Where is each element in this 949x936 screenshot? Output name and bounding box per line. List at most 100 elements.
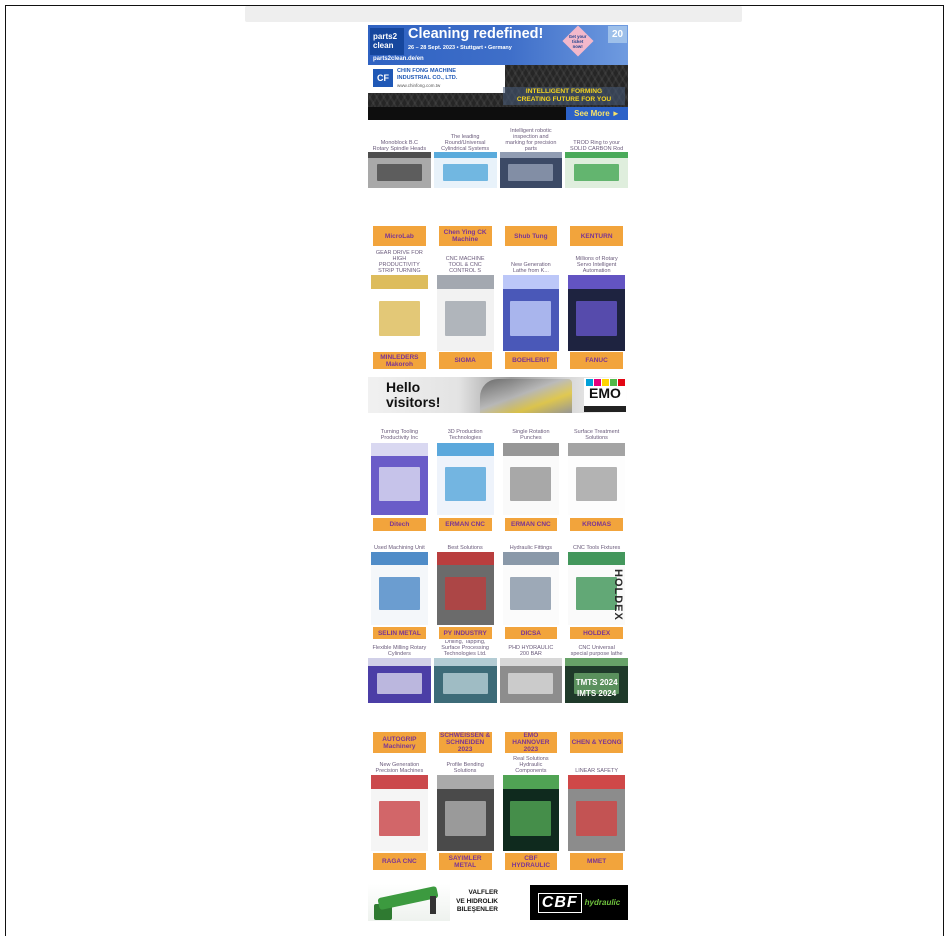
ad-image[interactable]: [433, 152, 497, 188]
company-label[interactable]: BOEHLERIT: [504, 352, 558, 369]
ad-caption: Intelligent robotic inspection and marki…: [505, 128, 557, 152]
ad-artwork: [565, 658, 628, 667]
ad-image[interactable]: [436, 443, 494, 515]
event-url[interactable]: parts2clean.de/en: [373, 56, 424, 62]
ad-block-5: AUTOGRIP Machinery SCHWEISSEN & SCHNEIDEN…: [368, 732, 628, 870]
cbf-logo-suffix: hydraulic: [584, 898, 621, 907]
ad-artwork: [502, 775, 560, 789]
company-header: CF CHIN FONG MACHINE INDUSTRIAL CO., LTD…: [368, 65, 505, 93]
ad-image[interactable]: [568, 775, 625, 851]
ad-artwork: [508, 673, 554, 694]
ad-caption-cell: TROD Ring to your SOLID CARBON Rod: [565, 127, 628, 152]
ad-image[interactable]: [371, 443, 428, 515]
ad-image[interactable]: [368, 658, 431, 703]
ad-image[interactable]: [436, 552, 494, 625]
ad-image[interactable]: [371, 775, 428, 851]
ad-image[interactable]: [499, 658, 563, 703]
ad-artwork: [568, 443, 625, 456]
ad-caption-cell: New Generation Lathe from K...: [500, 248, 563, 274]
event-dates: 26 – 28 Sept. 2023 • Stuttgart • Germany: [408, 45, 512, 51]
caption-row: Used Machining Unit Best Solutions Hydraul…: [368, 534, 628, 551]
company-label[interactable]: EMO HANNOVER 2023: [504, 732, 558, 753]
ad-caption: PHD HYDRAULIC 200 BAR: [508, 645, 554, 657]
ad-caption-cell: Turning Tooling Productivity Inc: [368, 421, 431, 441]
ad-artwork: [510, 467, 552, 501]
ad-image[interactable]: [436, 275, 494, 351]
ad-caption-cell: New Generation Precision Machines: [368, 756, 431, 774]
ad-artwork: [576, 576, 618, 611]
company-label[interactable]: RAGA CNC: [373, 853, 426, 870]
company-name-line-2: INDUSTRIAL CO., LTD.: [397, 74, 458, 81]
caption-row: Turning Tooling Productivity Inc 3D Produ…: [368, 421, 628, 441]
image-row: [368, 152, 628, 188]
ad-caption: 3D Production Technologies: [447, 429, 483, 441]
label-row: Ditech ERMAN CNC ERMAN CNC KROMAS: [368, 518, 628, 531]
ad-image[interactable]: [371, 275, 428, 351]
company-label[interactable]: KENTURN: [570, 226, 623, 246]
ad-image[interactable]: [565, 152, 628, 188]
company-label[interactable]: SAYIMLER METAL: [438, 853, 492, 870]
company-label[interactable]: PY INDUSTRY: [438, 627, 492, 639]
ticket-text: Get your ticket now!: [569, 33, 587, 49]
company-label[interactable]: MMET: [570, 853, 623, 870]
ad-caption: New Generation Precision Machines: [375, 762, 424, 774]
ad-image[interactable]: [568, 443, 625, 515]
ad-image[interactable]: [502, 552, 560, 625]
banner-text-line-2: VE HIDROLIK: [456, 897, 498, 905]
ticket-badge[interactable]: Get your ticket now!: [562, 25, 594, 57]
ad-image[interactable]: [368, 152, 431, 188]
ad-image[interactable]: [433, 658, 497, 703]
company-label[interactable]: MicroLab: [373, 226, 426, 246]
company-label[interactable]: DICSA: [504, 627, 558, 639]
ad-image[interactable]: HOLDEX: [568, 552, 625, 625]
company-label[interactable]: CHEN & YEONG: [570, 732, 623, 753]
ad-image[interactable]: [502, 775, 560, 851]
ad-image[interactable]: [568, 275, 625, 351]
company-label[interactable]: ERMAN CNC: [504, 518, 558, 531]
company-label[interactable]: AUTOGRIP Machinery: [373, 732, 426, 753]
company-label[interactable]: ERMAN CNC: [438, 518, 492, 531]
emo-banner[interactable]: Hello visitors! EMO: [368, 377, 628, 413]
ad-caption: CNC MACHINE TOOL & CNC CONTROL S: [445, 256, 485, 274]
ad-artwork: [508, 164, 554, 181]
company-label[interactable]: Shub Tung: [504, 226, 558, 246]
ad-image[interactable]: TMTS 2024 IMTS 2024: [565, 658, 628, 703]
chinfong-banner[interactable]: CF CHIN FONG MACHINE INDUSTRIAL CO., LTD…: [368, 65, 628, 120]
company-label[interactable]: MINLEDERS Makoroh: [373, 352, 426, 369]
ad-artwork: [378, 300, 420, 336]
ad-artwork: [378, 800, 420, 836]
excavator-tool: [430, 896, 436, 914]
ad-caption: Profile Bending Solutions: [446, 762, 484, 774]
ad-artwork: [510, 800, 552, 836]
logo-line-1: parts2: [373, 32, 398, 41]
company-label[interactable]: Chen Ying CK Machine: [438, 226, 492, 246]
ad-caption: TROD Ring to your SOLID CARBON Rod: [570, 140, 624, 152]
logo-line-2: clean: [373, 41, 394, 50]
company-label[interactable]: FANUC: [570, 352, 623, 369]
ad-image[interactable]: [499, 152, 563, 188]
ad-artwork: [433, 658, 497, 667]
see-more-button[interactable]: See More ►: [566, 107, 628, 120]
banner-footer-strip: See More ►: [368, 107, 628, 120]
ad-caption-cell: Used Machining Unit: [368, 534, 431, 551]
company-label[interactable]: SCHWEISSEN & SCHNEIDEN 2023: [438, 732, 492, 753]
ad-block-1: MicroLab Chen Ying CK Machine Shub Tung KEN…: [368, 226, 628, 369]
ad-image[interactable]: [502, 275, 560, 351]
parts2clean-banner[interactable]: parts2 clean Cleaning redefined! 26 – 28…: [368, 25, 628, 65]
caption-row: Monoblock B.C Rotary Spindle Heads The le…: [368, 127, 628, 152]
cbf-hydraulic-banner[interactable]: VALFLER VE HIDROLIK BILEŞENLER CBF hydra…: [368, 884, 628, 921]
company-label[interactable]: KROMAS: [570, 518, 623, 531]
greeting-line-1: Hello: [386, 379, 421, 395]
image-row: [368, 275, 628, 351]
ad-image[interactable]: [371, 552, 428, 625]
company-label[interactable]: SIGMA: [438, 352, 492, 369]
company-label[interactable]: CBF HYDRAULIC: [504, 853, 558, 870]
company-label[interactable]: Ditech: [373, 518, 426, 531]
ad-image[interactable]: [502, 443, 560, 515]
ad-caption-cell: Monoblock B.C Rotary Spindle Heads: [368, 127, 431, 152]
company-label[interactable]: HOLDEX: [570, 627, 623, 639]
ad-artwork: [442, 164, 488, 181]
ad-caption: GEAR DRIVE FOR HIGH PRODUCTIVITY STRIP T…: [375, 250, 423, 274]
company-label[interactable]: SELIN METAL: [373, 627, 426, 639]
ad-image[interactable]: [436, 775, 494, 851]
